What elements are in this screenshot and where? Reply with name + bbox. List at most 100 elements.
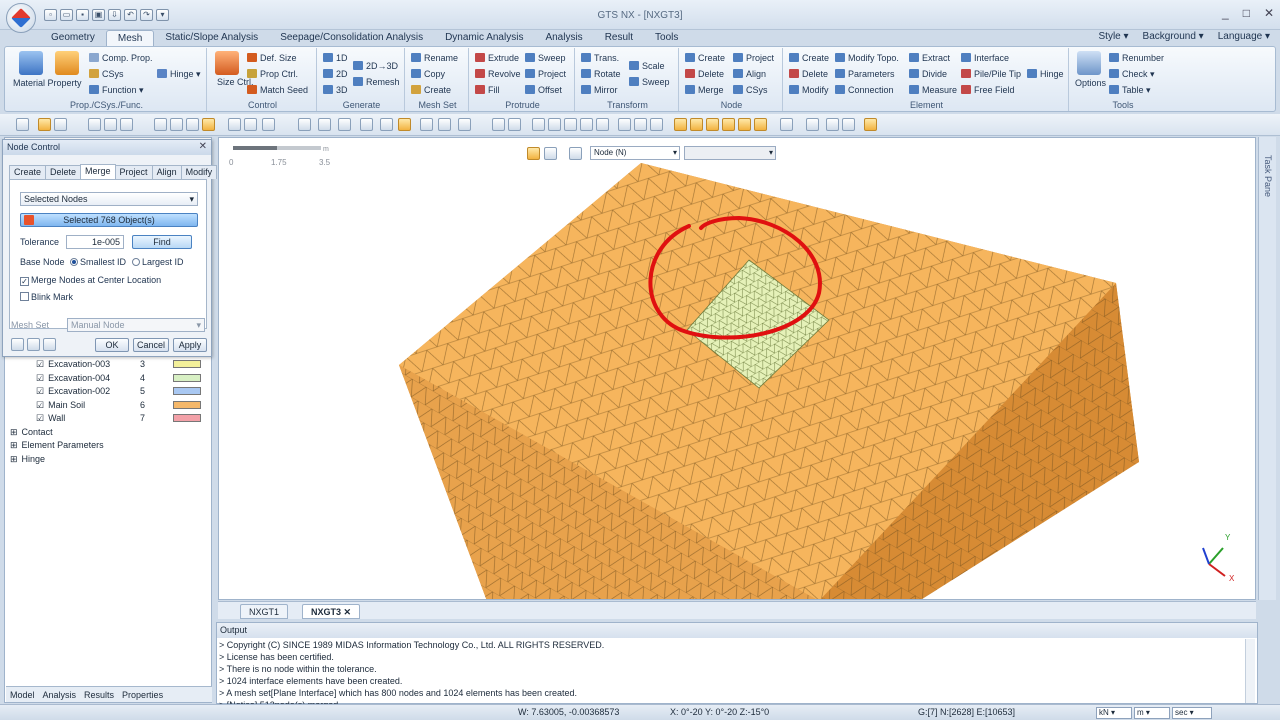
- cube-3-icon[interactable]: [706, 118, 719, 131]
- axis-icon[interactable]: [186, 118, 199, 131]
- node-create-button[interactable]: Create: [685, 53, 725, 64]
- cube-icon[interactable]: [674, 118, 687, 131]
- pan-icon[interactable]: [596, 118, 609, 131]
- measure-button[interactable]: Measure: [909, 85, 957, 96]
- light-icon[interactable]: [864, 118, 877, 131]
- doc-tab-nxgt1[interactable]: NXGT1: [240, 604, 289, 619]
- language-menu[interactable]: Language ▾: [1218, 31, 1270, 42]
- dialog-tool-icon-2[interactable]: [27, 338, 40, 351]
- pen-icon[interactable]: [458, 118, 471, 131]
- function-button[interactable]: Function ▾: [89, 85, 144, 96]
- protrude-project-button[interactable]: Project: [525, 69, 566, 80]
- options-button[interactable]: Options: [1075, 78, 1106, 89]
- tab-results[interactable]: Results: [84, 687, 114, 702]
- mesh-1d-button[interactable]: 1D: [323, 53, 348, 64]
- view-front-icon[interactable]: [618, 118, 631, 131]
- table-button[interactable]: Table ▾: [1109, 85, 1151, 96]
- apply-button[interactable]: Apply: [173, 338, 207, 352]
- extrude-button[interactable]: Extrude: [475, 53, 519, 64]
- tab-static-slope[interactable]: Static/Slope Analysis: [154, 30, 269, 46]
- shade-icon[interactable]: [826, 118, 839, 131]
- element-create-button[interactable]: Create: [789, 53, 829, 64]
- check-button[interactable]: Check ▾: [1109, 69, 1155, 80]
- dialog-tool-icon-3[interactable]: [43, 338, 56, 351]
- wire-icon[interactable]: [842, 118, 855, 131]
- transform-sweep-button[interactable]: Sweep: [629, 77, 670, 88]
- time-unit-select[interactable]: sec ▾: [1172, 707, 1212, 719]
- material-property-icon[interactable]: [19, 51, 43, 75]
- merge-center-checkbox[interactable]: ✓ Merge Nodes at Center Location: [20, 275, 161, 286]
- ok-button[interactable]: OK: [95, 338, 129, 352]
- hinge-button[interactable]: Hinge ▾: [157, 69, 201, 80]
- find-button[interactable]: Find: [132, 235, 192, 249]
- tab-dynamic[interactable]: Dynamic Analysis: [434, 30, 534, 46]
- select-mode-icon[interactable]: [527, 146, 540, 160]
- tree-item[interactable]: ☑ Excavation-002 5: [8, 385, 201, 398]
- modify-topo-button[interactable]: Modify Topo.: [835, 53, 899, 64]
- tab-seepage[interactable]: Seepage/Consolidation Analysis: [269, 30, 434, 46]
- lock-icon[interactable]: [38, 118, 51, 131]
- tab-tools[interactable]: Tools: [644, 30, 689, 46]
- zoom-in-icon[interactable]: [548, 118, 561, 131]
- tab-modify[interactable]: Modify: [180, 165, 218, 179]
- unlock-icon[interactable]: [54, 118, 67, 131]
- node-merge-button[interactable]: Merge: [685, 85, 724, 96]
- window-icon[interactable]: [120, 118, 133, 131]
- divide-button[interactable]: Divide: [909, 69, 947, 80]
- snap-on-icon[interactable]: [202, 118, 215, 131]
- pick-tool-icon[interactable]: [569, 146, 582, 160]
- material-property-icon-2[interactable]: [55, 51, 79, 75]
- prop-ctrl-button[interactable]: Prop Ctrl.: [247, 69, 298, 80]
- mesh-model-view[interactable]: 0 1.75 3.5 m Y X: [219, 138, 1256, 600]
- mesh-2d-button[interactable]: 2D: [323, 69, 348, 80]
- select-icon[interactable]: [16, 118, 29, 131]
- node-align-button[interactable]: Align: [733, 69, 766, 80]
- scale-button[interactable]: Scale: [629, 61, 665, 72]
- size-ctrl-icon[interactable]: [215, 51, 239, 75]
- node-project-button[interactable]: Project: [733, 53, 774, 64]
- tree-item[interactable]: ☑ Excavation-004 4: [8, 372, 201, 385]
- tab-model[interactable]: Model: [10, 687, 35, 702]
- render-icon[interactable]: [806, 118, 819, 131]
- tree-item[interactable]: ⊞ Contact: [8, 426, 53, 439]
- comp-prop-button[interactable]: Comp. Prop.: [89, 53, 153, 64]
- selection-type-select[interactable]: Selected Nodes ▾: [20, 192, 198, 206]
- copy-view-icon[interactable]: [244, 118, 257, 131]
- sweep-button[interactable]: Sweep: [525, 53, 566, 64]
- renumber-button[interactable]: Renumber: [1109, 53, 1164, 64]
- cube-6-icon[interactable]: [754, 118, 767, 131]
- def-size-button[interactable]: Def. Size: [247, 53, 297, 64]
- tree-item[interactable]: ☑ Main Soil 6: [8, 399, 201, 412]
- tab-analysis[interactable]: Analysis: [534, 30, 593, 46]
- hash-icon[interactable]: [262, 118, 275, 131]
- force-unit-select[interactable]: kN ▾: [1096, 707, 1132, 719]
- rename-button[interactable]: Rename: [411, 53, 458, 64]
- output-scrollbar[interactable]: [1245, 639, 1255, 703]
- task-pane[interactable]: Task Pane: [1258, 137, 1276, 600]
- rotate-button[interactable]: Rotate: [581, 69, 621, 80]
- fill-button[interactable]: Fill: [475, 85, 500, 96]
- trans-button[interactable]: Trans.: [581, 53, 619, 64]
- options-icon[interactable]: [1077, 51, 1101, 75]
- remesh-button[interactable]: Remesh: [353, 77, 400, 88]
- extract-button[interactable]: Extract: [909, 53, 950, 64]
- csys-button[interactable]: CSys: [89, 69, 124, 80]
- view-top-icon[interactable]: [634, 118, 647, 131]
- dialog-close-icon[interactable]: ✕: [199, 141, 207, 152]
- tree-item[interactable]: ☑ Wall 7: [8, 412, 201, 425]
- zoom-fit-icon[interactable]: [508, 118, 521, 131]
- free-field-button[interactable]: Free Field: [961, 85, 1015, 96]
- tab-result[interactable]: Result: [594, 30, 644, 46]
- zoom-icon[interactable]: [492, 118, 505, 131]
- tab-project[interactable]: Project: [114, 165, 153, 179]
- tree-item[interactable]: ⊞ Hinge: [8, 453, 45, 466]
- pick-icon[interactable]: [104, 118, 117, 131]
- tab-merge[interactable]: Merge: [80, 164, 116, 179]
- cube-4-icon[interactable]: [722, 118, 735, 131]
- cancel-button[interactable]: Cancel: [133, 338, 169, 352]
- view-icon[interactable]: [420, 118, 433, 131]
- model-viewport[interactable]: 0 1.75 3.5 m Y X Node (N) ▾ ▾: [218, 137, 1256, 600]
- copy-button[interactable]: Copy: [411, 69, 445, 80]
- cube-5-icon[interactable]: [738, 118, 751, 131]
- parameters-button[interactable]: Parameters: [835, 69, 895, 80]
